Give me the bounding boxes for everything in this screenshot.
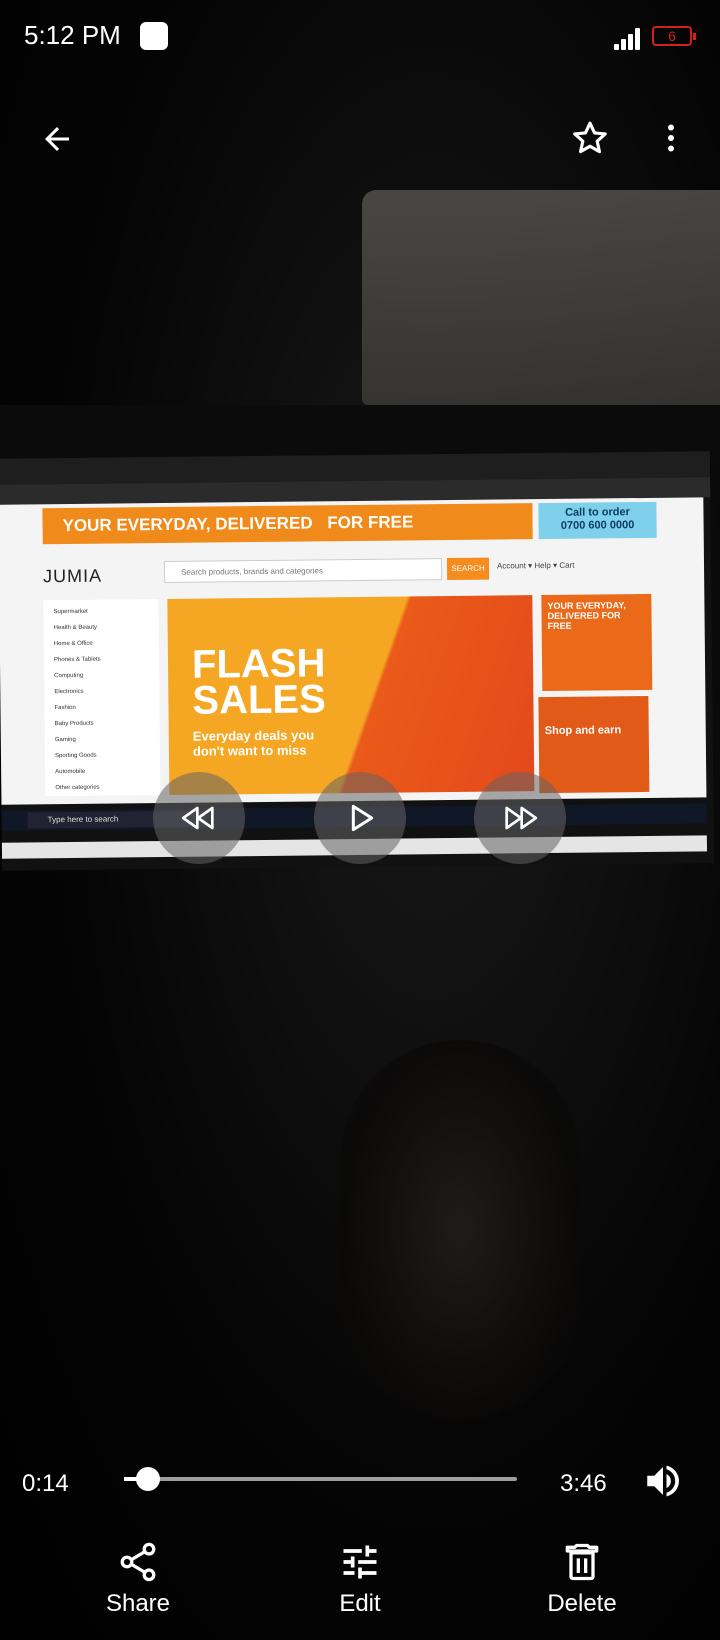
- category-item: Phones & Tablets: [53, 656, 101, 664]
- fast-forward-icon: [505, 806, 538, 830]
- play-button[interactable]: [314, 772, 406, 864]
- background-hand: [340, 1040, 580, 1420]
- category-sidebar: Supermarket Health & Beauty Home & Offic…: [43, 599, 161, 797]
- category-item: Supermarket: [53, 608, 88, 616]
- banner-text: YOUR EVERYDAY, DELIVERED: [62, 513, 313, 536]
- category-item: Gaming: [54, 736, 76, 744]
- webpage-search-button: SEARCH: [446, 557, 490, 581]
- signal-icon: [614, 26, 644, 50]
- category-item: Health & Beauty: [53, 624, 98, 632]
- flash-sales-title: FLASH SALES: [191, 641, 326, 723]
- rewind-icon: [181, 806, 214, 830]
- volume-button[interactable]: [640, 1458, 686, 1504]
- current-time: 0:14: [22, 1470, 69, 1497]
- call-label: Call to order: [564, 506, 630, 519]
- share-button[interactable]: Share: [68, 1540, 208, 1618]
- share-icon: [120, 1542, 156, 1582]
- category-item: Baby Products: [54, 720, 94, 728]
- total-time: 3:46: [560, 1470, 607, 1497]
- flash-sales-hero: FLASH SALES Everyday deals you don't wan…: [167, 595, 535, 795]
- more-options-button[interactable]: [646, 108, 696, 168]
- category-item: Computing: [54, 672, 84, 680]
- back-button[interactable]: [30, 112, 84, 166]
- volume-icon: [647, 1465, 679, 1497]
- edit-label: Edit: [339, 1590, 381, 1617]
- play-icon: [351, 804, 374, 832]
- promo-card-delivery: YOUR EVERYDAY, DELIVERED FOR FREE: [541, 593, 653, 692]
- promo-card-shop-earn: Shop and earn: [538, 695, 650, 794]
- promo-banner: YOUR EVERYDAY, DELIVERED FOR FREE: [42, 503, 533, 545]
- category-item: Home & Office: [53, 640, 93, 648]
- delete-label: Delete: [547, 1590, 617, 1617]
- star-outline-icon: [573, 121, 607, 154]
- rewind-button[interactable]: [153, 772, 245, 864]
- jumia-logo: JUMIA: [42, 565, 103, 587]
- seek-bar[interactable]: [124, 1477, 517, 1481]
- webpage-search-input: Search products, brands and categories: [163, 558, 443, 584]
- delete-button[interactable]: Delete: [512, 1540, 652, 1618]
- category-item: Other categories: [55, 784, 100, 792]
- share-label: Share: [105, 1590, 171, 1617]
- category-item: Sporting Goods: [54, 752, 97, 760]
- account-links: Account ▾ Help ▾ Cart: [496, 560, 575, 571]
- call-to-order-box: Call to order 0700 600 0000: [538, 501, 657, 540]
- phone-number: 0700 600 0000: [560, 519, 635, 532]
- fast-forward-button[interactable]: [474, 772, 566, 864]
- banner-free-text: FOR FREE: [327, 512, 414, 533]
- delete-icon: [565, 1543, 599, 1581]
- tune-icon: [343, 1545, 377, 1579]
- flash-sales-subtitle: Everyday deals you don't want to miss: [192, 727, 315, 759]
- background-printer: [362, 190, 720, 405]
- notification-icon: [140, 22, 168, 50]
- edit-button[interactable]: Edit: [290, 1540, 430, 1618]
- category-item: Fashion: [54, 704, 76, 712]
- webpage: YOUR EVERYDAY, DELIVERED FOR FREE Call t…: [0, 497, 708, 859]
- battery-icon: 6: [652, 26, 696, 46]
- more-vert-icon: [668, 124, 674, 152]
- category-item: Automobile: [55, 768, 86, 776]
- category-item: Electronics: [54, 688, 84, 696]
- status-time: 5:12 PM: [24, 20, 121, 50]
- arrow-left-icon: [45, 127, 69, 151]
- favorite-button[interactable]: [560, 108, 620, 168]
